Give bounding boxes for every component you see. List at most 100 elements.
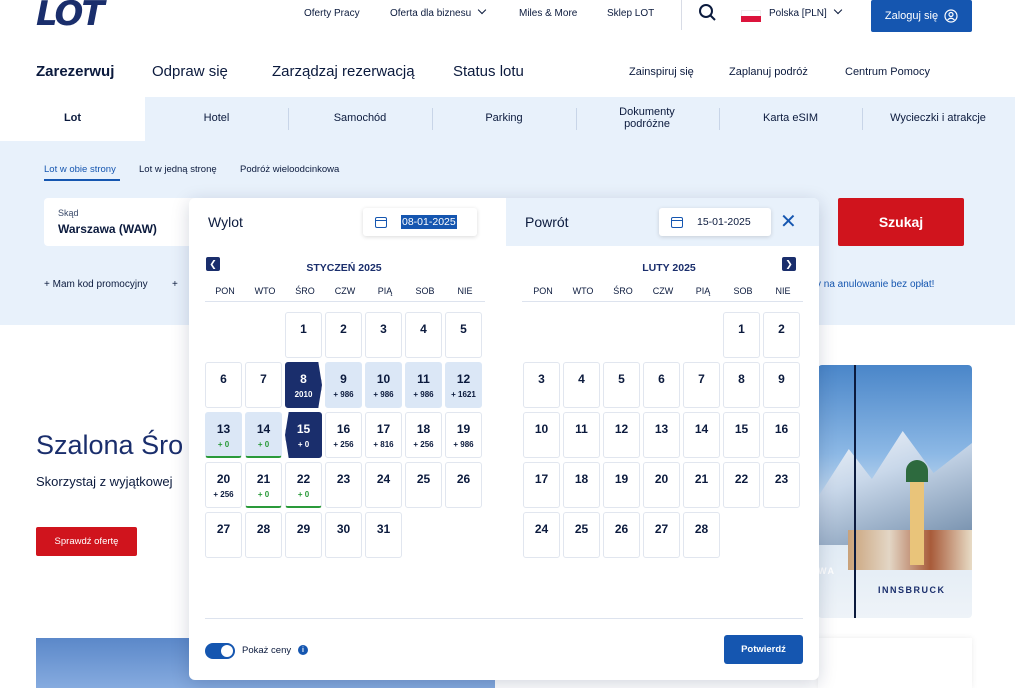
- calendar-day[interactable]: 3: [365, 312, 402, 358]
- calendar-day[interactable]: 2: [763, 312, 800, 358]
- calendar-day[interactable]: 27: [205, 512, 242, 558]
- search-button[interactable]: Szukaj: [838, 198, 964, 246]
- calendar-day[interactable]: 7: [683, 362, 720, 408]
- free-cancellation-link[interactable]: y na anulowanie bez opłat!: [816, 279, 934, 290]
- calendar-day[interactable]: 14 + 0: [245, 412, 282, 458]
- calendar-day[interactable]: 24: [523, 512, 560, 558]
- tab-car[interactable]: Samochód: [288, 97, 432, 141]
- login-button[interactable]: Zaloguj się: [871, 0, 972, 32]
- calendar-day[interactable]: 18 + 256: [405, 412, 442, 458]
- calendar-day[interactable]: 21: [683, 462, 720, 508]
- calendar-day[interactable]: 16: [763, 412, 800, 458]
- calendar-day[interactable]: 13 + 0: [205, 412, 242, 458]
- calendar-day[interactable]: 15: [723, 412, 760, 458]
- calendar-day[interactable]: 8 2010: [285, 362, 322, 408]
- calendar-day[interactable]: 24: [365, 462, 402, 508]
- calendar-day[interactable]: 3: [523, 362, 560, 408]
- calendar-day[interactable]: 19: [603, 462, 640, 508]
- calendar-day[interactable]: 10: [523, 412, 560, 458]
- calendar-day[interactable]: 13: [643, 412, 680, 458]
- depart-date-input[interactable]: 08-01-2025: [363, 208, 477, 236]
- calendar-day[interactable]: 26: [603, 512, 640, 558]
- destination-image[interactable]: [818, 365, 972, 618]
- calendar-day[interactable]: 25: [563, 512, 600, 558]
- link-miles-more[interactable]: Miles & More: [519, 8, 577, 19]
- calendar-day[interactable]: 15 + 0: [285, 412, 322, 458]
- origin-field[interactable]: Skąd Warszawa (WAW): [44, 198, 194, 246]
- info-icon[interactable]: i: [298, 645, 308, 655]
- calendar-day[interactable]: 12 + 1621: [445, 362, 482, 408]
- check-offer-button[interactable]: Sprawdź ofertę: [36, 527, 137, 556]
- promo-code-link[interactable]: + Mam kod promocyjny: [44, 279, 148, 290]
- nav-help-center[interactable]: Centrum Pomocy: [845, 66, 930, 78]
- nav-book[interactable]: Zarezerwuj: [36, 63, 114, 80]
- tab-travel-documents[interactable]: Dokumenty podróżne: [607, 97, 687, 141]
- calendar-day[interactable]: 28: [683, 512, 720, 558]
- triptype-multicity[interactable]: Podróż wieloodcinkowa: [240, 164, 339, 175]
- calendar-day[interactable]: 9: [763, 362, 800, 408]
- calendar-day[interactable]: 28: [245, 512, 282, 558]
- calendar-day[interactable]: 7: [245, 362, 282, 408]
- calendar-day[interactable]: 25: [405, 462, 442, 508]
- calendar-day[interactable]: 22: [723, 462, 760, 508]
- calendar-day[interactable]: 9 + 986: [325, 362, 362, 408]
- calendar-day[interactable]: 4: [563, 362, 600, 408]
- return-date-input[interactable]: 15-01-2025: [659, 208, 771, 236]
- lot-logo[interactable]: LOT: [36, 0, 105, 34]
- confirm-button[interactable]: Potwierdź: [724, 635, 803, 664]
- calendar-day[interactable]: 23: [325, 462, 362, 508]
- calendar-day[interactable]: 8: [723, 362, 760, 408]
- promo-card[interactable]: [818, 638, 972, 688]
- calendar-day[interactable]: 10 + 986: [365, 362, 402, 408]
- nav-inspire[interactable]: Zainspiruj się: [629, 66, 694, 78]
- nav-flight-status[interactable]: Status lotu: [453, 63, 524, 80]
- calendar-day[interactable]: 22 + 0: [285, 462, 322, 508]
- calendar-day[interactable]: 1: [723, 312, 760, 358]
- tab-parking[interactable]: Parking: [432, 97, 576, 141]
- calendar-day[interactable]: 27: [643, 512, 680, 558]
- nav-plan-trip[interactable]: Zaplanuj podróż: [729, 66, 808, 78]
- calendar-day[interactable]: 18: [563, 462, 600, 508]
- calendar-day[interactable]: 29: [285, 512, 322, 558]
- calendar-day[interactable]: 17: [523, 462, 560, 508]
- tab-esim[interactable]: Karta eSIM: [719, 97, 862, 141]
- calendar-day[interactable]: 17 + 816: [365, 412, 402, 458]
- calendar-day[interactable]: 12: [603, 412, 640, 458]
- close-icon[interactable]: ✕: [780, 212, 797, 232]
- prev-month-button[interactable]: ❮: [206, 257, 220, 271]
- calendar-day[interactable]: 5: [603, 362, 640, 408]
- country-selector[interactable]: Polska [PLN]: [769, 5, 843, 19]
- nav-checkin[interactable]: Odpraw się: [152, 63, 228, 80]
- show-prices-toggle[interactable]: [205, 643, 235, 659]
- calendar-day[interactable]: 31: [365, 512, 402, 558]
- calendar-day[interactable]: 19 + 986: [445, 412, 482, 458]
- calendar-day[interactable]: 2: [325, 312, 362, 358]
- calendar-day[interactable]: 14: [683, 412, 720, 458]
- tab-hotel[interactable]: Hotel: [145, 97, 288, 141]
- nav-manage-booking[interactable]: Zarządzaj rezerwacją: [272, 63, 415, 80]
- calendar-day[interactable]: 11: [563, 412, 600, 458]
- add-option-link[interactable]: +: [172, 279, 178, 290]
- tab-excursions[interactable]: Wycieczki i atrakcje: [888, 97, 988, 141]
- triptype-oneway[interactable]: Lot w jedną stronę: [139, 164, 217, 175]
- link-job-offers[interactable]: Oferty Pracy: [304, 8, 360, 19]
- calendar-day[interactable]: 1: [285, 312, 322, 358]
- search-icon[interactable]: [697, 2, 719, 24]
- calendar-day[interactable]: 26: [445, 462, 482, 508]
- link-business-offer[interactable]: Oferta dla biznesu: [390, 5, 487, 19]
- calendar-day[interactable]: 4: [405, 312, 442, 358]
- triptype-return[interactable]: Lot w obie strony: [44, 164, 116, 175]
- calendar-day[interactable]: 5: [445, 312, 482, 358]
- calendar-day[interactable]: 6: [643, 362, 680, 408]
- calendar-day[interactable]: 11 + 986: [405, 362, 442, 408]
- calendar-day[interactable]: 21 + 0: [245, 462, 282, 508]
- calendar-day[interactable]: 23: [763, 462, 800, 508]
- next-month-button[interactable]: ❯: [782, 257, 796, 271]
- calendar-day[interactable]: 20 + 256: [205, 462, 242, 508]
- calendar-day[interactable]: 6: [205, 362, 242, 408]
- tab-flight[interactable]: Lot: [0, 97, 145, 141]
- calendar-day[interactable]: 30: [325, 512, 362, 558]
- calendar-day[interactable]: 16 + 256: [325, 412, 362, 458]
- calendar-day[interactable]: 20: [643, 462, 680, 508]
- link-shop[interactable]: Sklep LOT: [607, 8, 654, 19]
